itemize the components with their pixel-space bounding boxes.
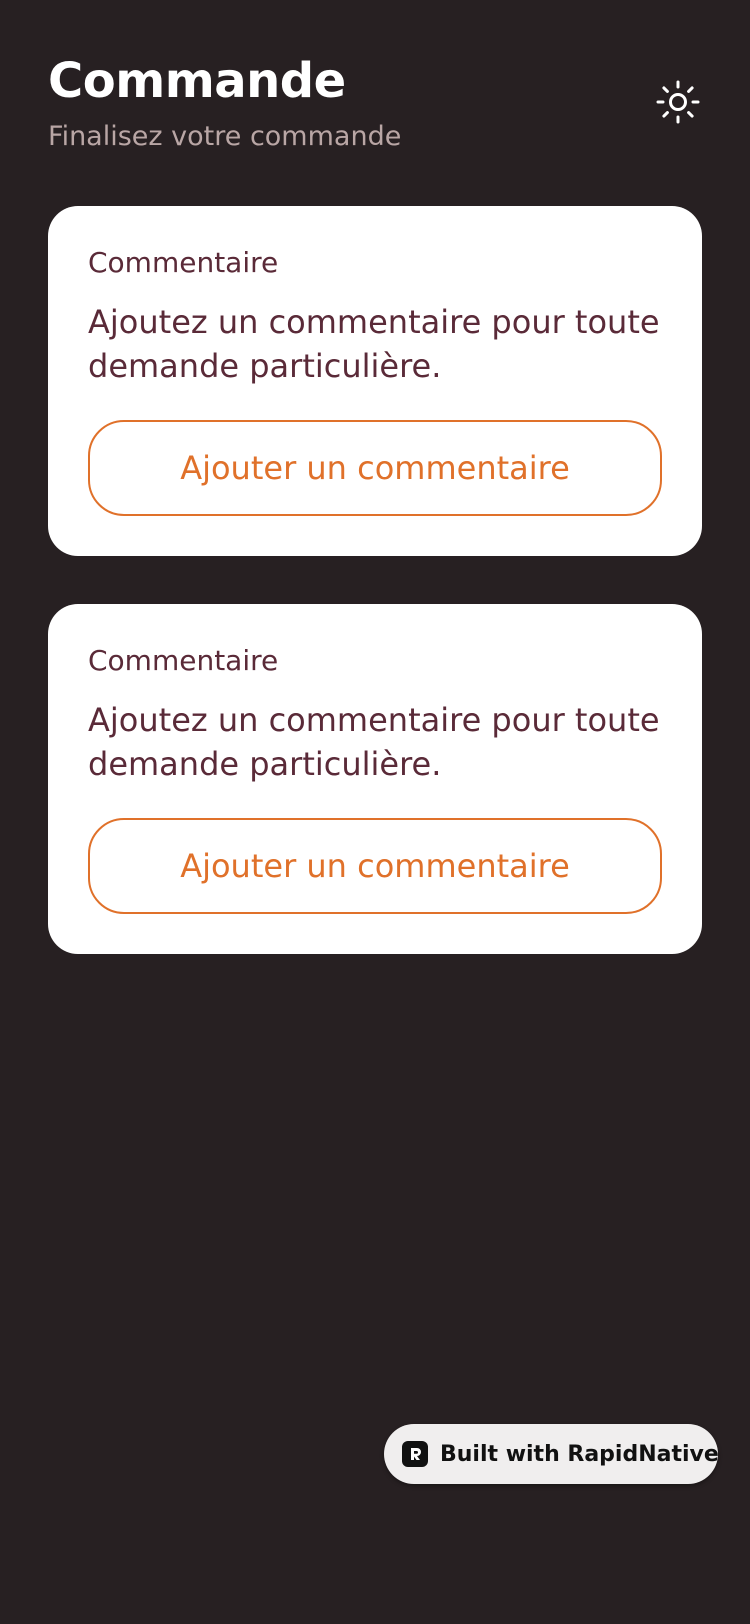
card-description: Ajoutez un commentaire pour toute demand… (88, 701, 660, 783)
card-label: Commentaire (88, 644, 279, 677)
theme-toggle-button[interactable] (654, 78, 702, 126)
page-header: Commande Finalisez votre commande (48, 52, 702, 162)
page-subtitle: Finalisez votre commande (48, 121, 402, 152)
card-label: Commentaire (88, 246, 279, 279)
badge-text: Built with RapidNative (440, 1441, 719, 1467)
comment-card: Commentaire Ajoutez un commentaire pour … (48, 206, 702, 556)
add-comment-button[interactable]: Ajouter un commentaire (88, 818, 662, 914)
rapidnative-logo-icon (402, 1441, 428, 1467)
page-title: Commande (48, 53, 346, 109)
built-with-badge[interactable]: Built with RapidNative (384, 1424, 719, 1484)
sun-icon (656, 80, 700, 124)
card-description: Ajoutez un commentaire pour toute demand… (88, 303, 660, 385)
add-comment-button[interactable]: Ajouter un commentaire (88, 420, 662, 516)
comment-card: Commentaire Ajoutez un commentaire pour … (48, 604, 702, 954)
